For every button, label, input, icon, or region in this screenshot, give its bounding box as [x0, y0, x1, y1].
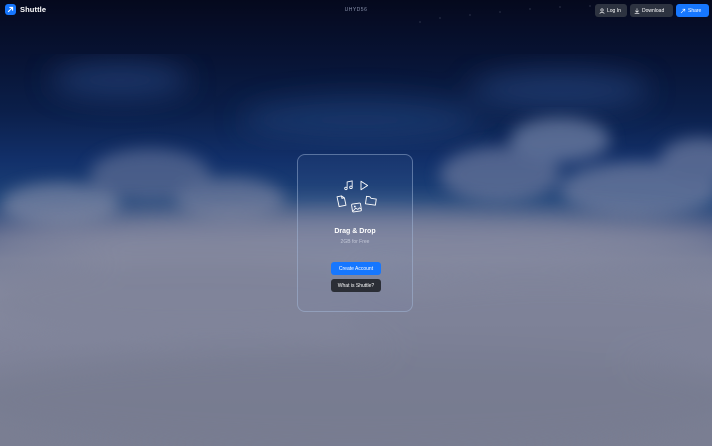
- download-button[interactable]: Download: [630, 4, 673, 17]
- what-is-shuttle-button[interactable]: What is Shuttle?: [331, 279, 381, 292]
- image-icon: [351, 202, 362, 213]
- login-label: Log In: [607, 7, 621, 14]
- top-bar: Shuttle UHYD56 Log In Download Share: [0, 0, 712, 22]
- share-button[interactable]: Share: [676, 4, 709, 17]
- create-account-button[interactable]: Create Account: [331, 262, 381, 275]
- drop-zone-title: Drag & Drop: [334, 228, 376, 235]
- drop-zone-card[interactable]: Drag & Drop 2GB for Free Create Account …: [297, 154, 413, 312]
- nav-buttons: Log In Download Share: [595, 4, 709, 17]
- drop-zone-subtitle: 2GB for Free: [340, 239, 370, 245]
- play-icon: [360, 180, 369, 191]
- music-note-icon: [344, 180, 353, 191]
- share-label: Share: [688, 7, 702, 14]
- download-label: Download: [642, 7, 665, 14]
- folder-icon: [365, 195, 377, 206]
- document-icon: [336, 195, 347, 207]
- user-icon: [599, 7, 605, 14]
- download-icon: [634, 7, 640, 14]
- share-icon: [680, 8, 686, 13]
- login-button[interactable]: Log In: [595, 4, 627, 17]
- page: Shuttle UHYD56 Log In Download Share Dra…: [0, 0, 712, 446]
